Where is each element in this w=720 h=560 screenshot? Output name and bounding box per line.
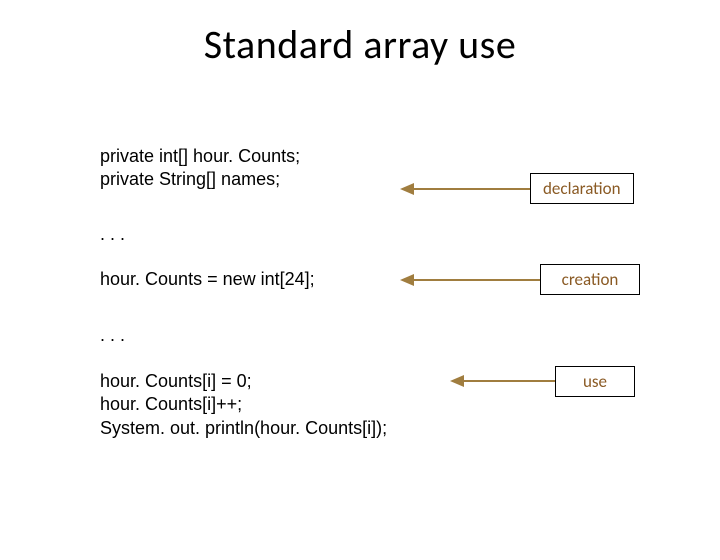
content-area: private int[] hour. Counts; private Stri… — [100, 145, 660, 458]
gap-row: . . . — [100, 223, 660, 246]
code-ellipsis: . . . — [100, 223, 125, 246]
code-line: hour. Counts = new int[24]; — [100, 268, 315, 291]
use-code: hour. Counts[i] = 0; hour. Counts[i]++; … — [100, 370, 387, 440]
code-ellipsis: . . . — [100, 324, 125, 347]
creation-row: hour. Counts = new int[24]; creation — [100, 268, 660, 298]
gap-row: . . . — [100, 324, 660, 347]
use-annotation: use — [450, 366, 635, 397]
code-line: hour. Counts[i] = 0; — [100, 370, 387, 393]
arrow-left-icon — [450, 373, 555, 389]
creation-annotation: creation — [400, 264, 640, 295]
code-line: private String[] names; — [100, 168, 300, 191]
use-row: hour. Counts[i] = 0; hour. Counts[i]++; … — [100, 370, 660, 450]
code-line: System. out. println(hour. Counts[i]); — [100, 417, 387, 440]
declaration-annotation: declaration — [400, 173, 634, 204]
declaration-code: private int[] hour. Counts; private Stri… — [100, 145, 300, 192]
arrow-left-icon — [400, 181, 530, 197]
slide-title: Standard array use — [0, 20, 720, 69]
arrow-left-icon — [400, 272, 540, 288]
code-line: private int[] hour. Counts; — [100, 145, 300, 168]
creation-code: hour. Counts = new int[24]; — [100, 268, 315, 291]
code-line: hour. Counts[i]++; — [100, 393, 387, 416]
declaration-row: private int[] hour. Counts; private Stri… — [100, 145, 660, 201]
creation-label: creation — [540, 264, 640, 295]
use-label: use — [555, 366, 635, 397]
declaration-label: declaration — [530, 173, 634, 204]
